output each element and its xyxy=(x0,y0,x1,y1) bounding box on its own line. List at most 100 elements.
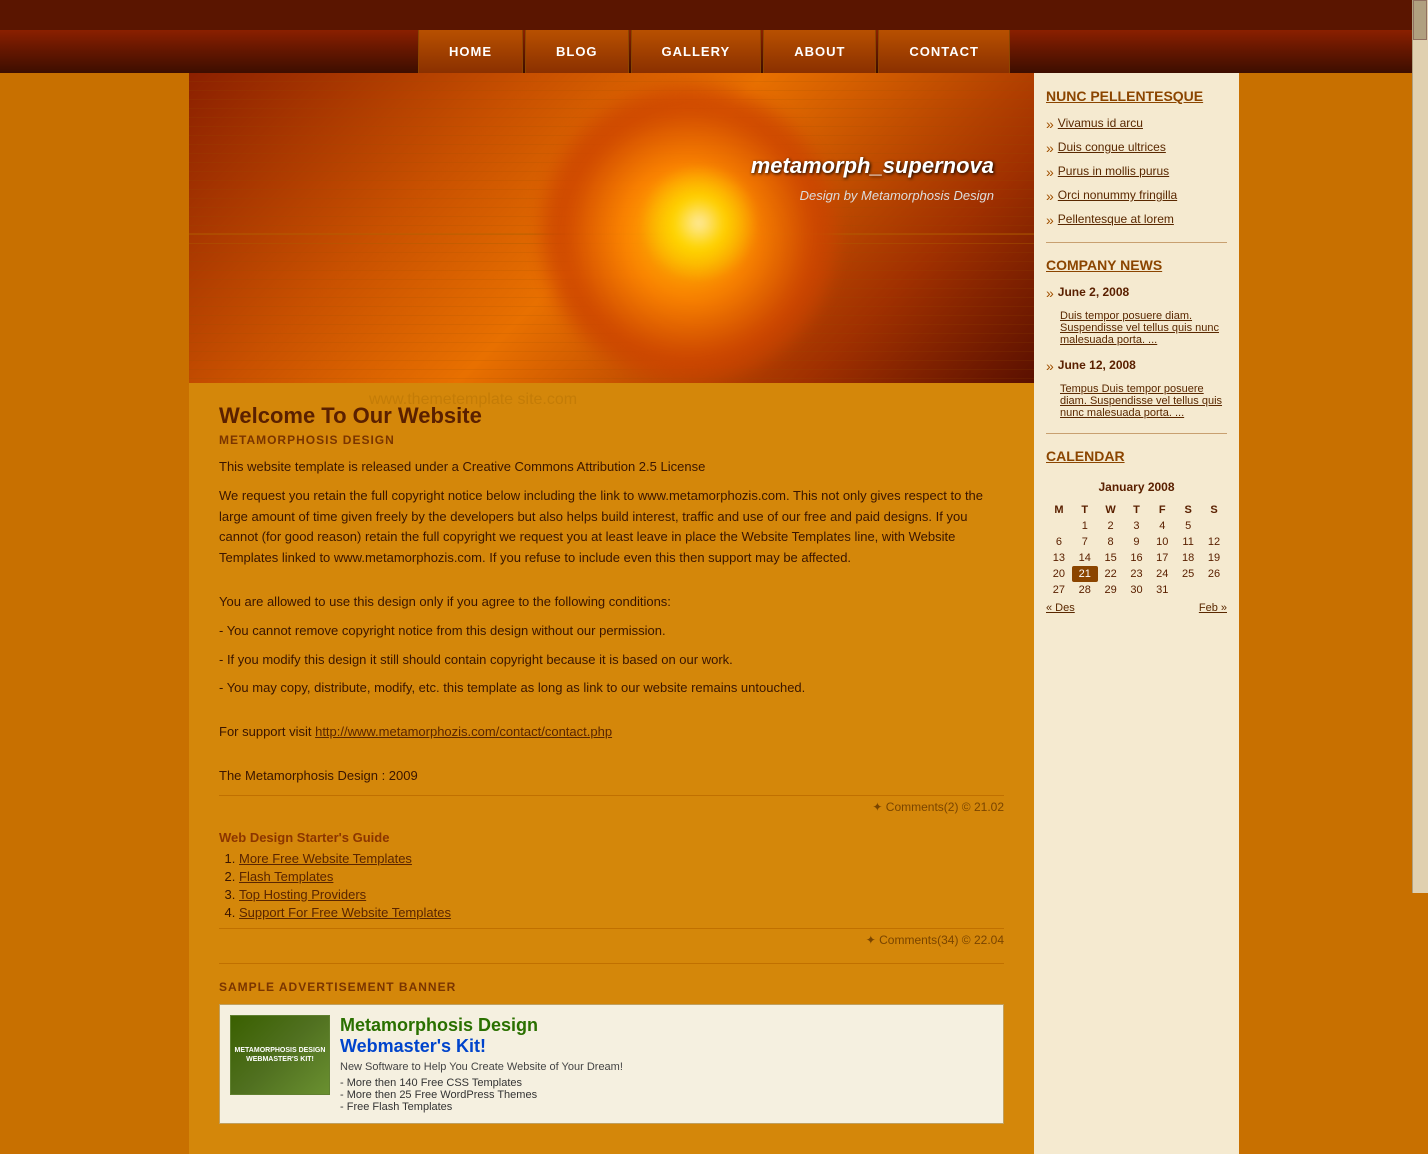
news-date-row: » June 2, 2008 xyxy=(1046,285,1227,302)
cal-th-w: W xyxy=(1098,502,1124,518)
calendar-cell[interactable]: 12 xyxy=(1201,534,1227,550)
post1-meta: ✦ Comments(2) © 21.02 xyxy=(219,795,1004,814)
bullet-icon: » xyxy=(1046,358,1054,374)
news-date-1: June 2, 2008 xyxy=(1058,285,1129,299)
bullet-icon: » xyxy=(1046,116,1054,132)
calendar-cell[interactable]: 23 xyxy=(1124,566,1150,582)
main-layout: metamorph_supernova Design by Metamorpho… xyxy=(189,73,1239,1154)
cal-th-m: M xyxy=(1046,502,1072,518)
calendar-cell[interactable]: 21 xyxy=(1072,566,1098,582)
sidebar-divider1 xyxy=(1046,242,1227,243)
calendar-cell[interactable]: 1 xyxy=(1072,518,1098,534)
news-date-2: June 12, 2008 xyxy=(1058,358,1136,372)
calendar-cell[interactable]: 13 xyxy=(1046,550,1072,566)
post1-cond3: - You may copy, distribute, modify, etc.… xyxy=(219,678,1004,699)
ad-text-area: Metamorphosis Design Webmaster's Kit! Ne… xyxy=(340,1015,993,1113)
calendar-row: 13141516171819 xyxy=(1046,550,1227,566)
nav-blog[interactable]: BLOG xyxy=(525,30,629,73)
calendar-title: CALENDAR xyxy=(1046,448,1227,464)
nav-gallery[interactable]: GALLERY xyxy=(631,30,762,73)
calendar-cell[interactable]: 31 xyxy=(1149,582,1175,598)
sidebar-link-1[interactable]: Vivamus id arcu xyxy=(1058,116,1143,130)
calendar-cell[interactable]: 27 xyxy=(1046,582,1072,598)
calendar-cell[interactable]: 4 xyxy=(1149,518,1175,534)
sidebar-link-4[interactable]: Orci nonummy fringilla xyxy=(1058,188,1177,202)
nav-contact[interactable]: CONTACT xyxy=(878,30,1010,73)
cal-th-t2: T xyxy=(1124,502,1150,518)
post-1: Welcome To Our Website METAMORPHOSIS DES… xyxy=(219,403,1004,814)
calendar-cell[interactable]: 5 xyxy=(1175,518,1201,534)
sidebar-link-3[interactable]: Purus in mollis purus xyxy=(1058,164,1169,178)
calendar-cell[interactable]: 15 xyxy=(1098,550,1124,566)
calendar-cell[interactable]: 25 xyxy=(1175,566,1201,582)
sidebar-section1-title: NUNC PELLENTESQUE xyxy=(1046,88,1227,104)
calendar-cell[interactable]: 16 xyxy=(1124,550,1150,566)
cal-th-s2: S xyxy=(1201,502,1227,518)
ad-title: SAMPLE ADVERTISEMENT BANNER xyxy=(219,980,1004,994)
cal-prev-link[interactable]: « Des xyxy=(1046,602,1075,614)
cal-th-t1: T xyxy=(1072,502,1098,518)
ad-subtitle: New Software to Help You Create Website … xyxy=(340,1061,993,1073)
sidebar-link-5[interactable]: Pellentesque at lorem xyxy=(1058,212,1174,226)
post2-item1-link[interactable]: More Free Website Templates xyxy=(239,851,412,866)
bullet-icon: » xyxy=(1046,285,1054,301)
calendar-cell[interactable]: 17 xyxy=(1149,550,1175,566)
nav-home[interactable]: HOME xyxy=(418,30,523,73)
calendar-cell[interactable]: 18 xyxy=(1175,550,1201,566)
sidebar-link-item: » Pellentesque at lorem xyxy=(1046,212,1227,228)
news-link-2[interactable]: Tempus Duis tempor posuere diam. Suspend… xyxy=(1060,383,1222,419)
calendar-cell[interactable]: 22 xyxy=(1098,566,1124,582)
nav-about[interactable]: ABOUT xyxy=(763,30,876,73)
calendar-cell[interactable]: 10 xyxy=(1149,534,1175,550)
post1-support-link[interactable]: http://www.metamorphozis.com/contact/con… xyxy=(315,724,612,739)
ad-bullet1: More then 140 Free CSS Templates xyxy=(340,1077,993,1089)
calendar-cell[interactable]: 9 xyxy=(1124,534,1150,550)
calendar-cell[interactable]: 6 xyxy=(1046,534,1072,550)
calendar-cell[interactable]: 19 xyxy=(1201,550,1227,566)
nav-bar: HOME BLOG GALLERY ABOUT CONTACT xyxy=(417,30,1011,73)
post2-item2-link[interactable]: Flash Templates xyxy=(239,869,333,884)
banner-sitename: metamorph_supernova xyxy=(751,153,994,179)
calendar-cell[interactable]: 11 xyxy=(1175,534,1201,550)
calendar-cell[interactable]: 26 xyxy=(1201,566,1227,582)
calendar-cell[interactable]: 29 xyxy=(1098,582,1124,598)
scrollbar-track[interactable] xyxy=(1412,0,1428,893)
calendar-cell[interactable] xyxy=(1175,582,1201,598)
post1-body1: This website template is released under … xyxy=(219,457,1004,478)
list-item: More Free Website Templates xyxy=(239,851,1004,866)
cal-next-link[interactable]: Feb » xyxy=(1199,602,1227,614)
news-link-1[interactable]: Duis tempor posuere diam. Suspendisse ve… xyxy=(1060,310,1219,346)
post2-list: More Free Website Templates Flash Templa… xyxy=(239,851,1004,920)
calendar-cell[interactable]: 20 xyxy=(1046,566,1072,582)
calendar-row: 2728293031 xyxy=(1046,582,1227,598)
calendar-table: M T W T F S S 12345678910111213141516171… xyxy=(1046,502,1227,598)
calendar-cell[interactable]: 24 xyxy=(1149,566,1175,582)
calendar-cell[interactable] xyxy=(1201,582,1227,598)
ad-bullet2: More then 25 Free WordPress Themes xyxy=(340,1089,993,1101)
calendar-row: 6789101112 xyxy=(1046,534,1227,550)
calendar-cell[interactable]: 30 xyxy=(1124,582,1150,598)
calendar-cell[interactable] xyxy=(1201,518,1227,534)
calendar-body: 1234567891011121314151617181920212223242… xyxy=(1046,518,1227,598)
calendar-cell[interactable] xyxy=(1046,518,1072,534)
sidebar-divider2 xyxy=(1046,433,1227,434)
sidebar-link-2[interactable]: Duis congue ultrices xyxy=(1058,140,1166,154)
ad-bullets: More then 140 Free CSS Templates More th… xyxy=(340,1077,993,1113)
top-bar xyxy=(0,0,1428,30)
sidebar: NUNC PELLENTESQUE » Vivamus id arcu » Du… xyxy=(1034,73,1239,1154)
calendar-cell[interactable]: 3 xyxy=(1124,518,1150,534)
calendar-cell[interactable]: 14 xyxy=(1072,550,1098,566)
post1-footer: The Metamorphosis Design : 2009 xyxy=(219,766,1004,787)
post2-item4-link[interactable]: Support For Free Website Templates xyxy=(239,905,451,920)
post2-meta: ✦ Comments(34) © 22.04 xyxy=(219,928,1004,947)
post2-item3-link[interactable]: Top Hosting Providers xyxy=(239,887,366,902)
calendar-cell[interactable]: 8 xyxy=(1098,534,1124,550)
calendar-cell[interactable]: 28 xyxy=(1072,582,1098,598)
post1-support: For support visit http://www.metamorphoz… xyxy=(219,722,1004,743)
cal-th-s1: S xyxy=(1175,502,1201,518)
calendar-cell[interactable]: 2 xyxy=(1098,518,1124,534)
cal-th-f: F xyxy=(1149,502,1175,518)
banner: metamorph_supernova Design by Metamorpho… xyxy=(189,73,1034,383)
calendar-cell[interactable]: 7 xyxy=(1072,534,1098,550)
scrollbar-thumb[interactable] xyxy=(1413,0,1427,40)
